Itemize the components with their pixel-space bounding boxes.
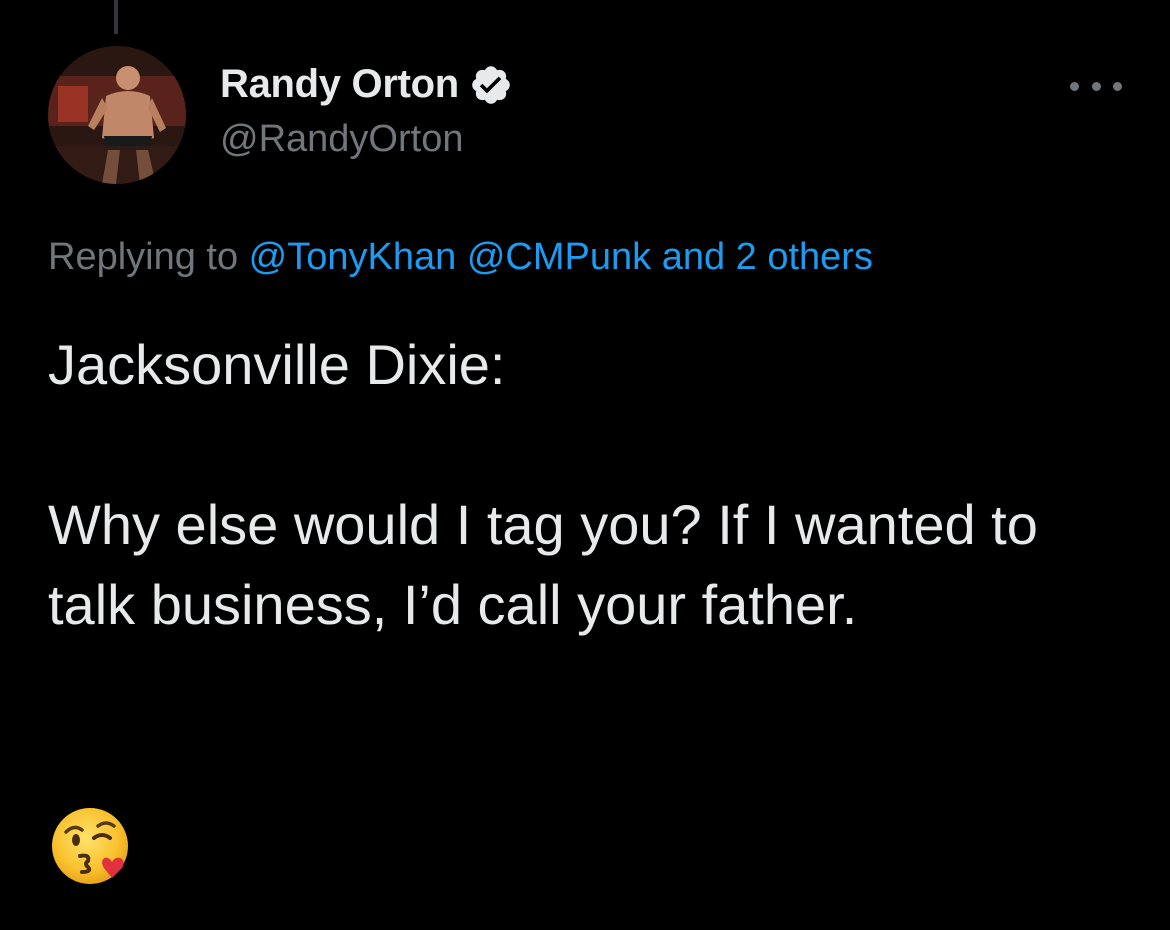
author-display-name[interactable]: Randy Orton: [220, 62, 459, 107]
mention-link-cmpunk[interactable]: @CMPunk: [467, 236, 651, 278]
more-dot: [1113, 81, 1122, 91]
more-options-icon[interactable]: [1070, 72, 1122, 100]
verified-badge-icon: [472, 65, 510, 104]
kissing-face-with-heart-emoji: [50, 804, 134, 888]
thread-connector-line: [114, 0, 118, 34]
kiss-emoji-icon: [52, 808, 128, 884]
replying-to-line: Replying to @TonyKhan @CMPunk and 2 othe…: [48, 236, 873, 279]
tweet-text-paragraph: Why else would I tag you? If I wanted to…: [48, 493, 1054, 636]
tweet-body: Jacksonville Dixie: Why else would I tag…: [48, 325, 1138, 645]
mention-link-tonykhan[interactable]: @TonyKhan: [249, 236, 457, 278]
avatar-wrestler-image: [48, 46, 186, 184]
tweet-text-line: Jacksonville Dixie:: [48, 333, 506, 396]
more-dot: [1070, 81, 1079, 91]
author-handle[interactable]: @RandyOrton: [220, 118, 463, 161]
author-name-row[interactable]: Randy Orton: [220, 62, 513, 107]
others-link[interactable]: and 2 others: [662, 236, 873, 278]
replying-to-label: Replying to: [48, 236, 249, 278]
author-avatar[interactable]: [48, 46, 186, 184]
more-dot: [1091, 81, 1101, 91]
